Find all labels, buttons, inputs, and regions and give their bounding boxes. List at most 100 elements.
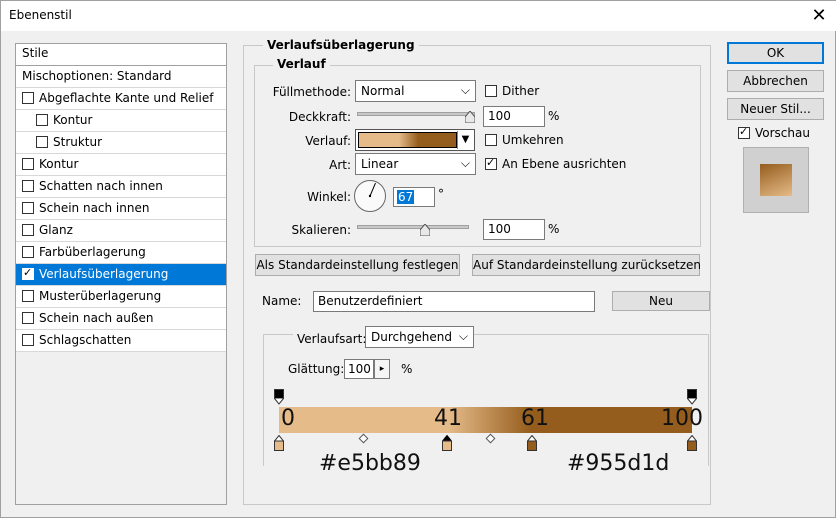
- style-item-checkbox[interactable]: [36, 136, 48, 148]
- gradient-type-group: [263, 334, 709, 466]
- preview-checkbox[interactable]: Vorschau: [738, 125, 810, 140]
- angle-label: Winkel:: [307, 190, 351, 204]
- blend-options-item[interactable]: Mischoptionen: Standard: [16, 66, 226, 88]
- color-stop-41[interactable]: [442, 435, 452, 451]
- blend-mode-select[interactable]: Normal ⌵: [355, 80, 476, 102]
- style-item[interactable]: Farbüberlagerung: [16, 242, 226, 264]
- style-item[interactable]: Struktur: [16, 132, 226, 154]
- angle-dial[interactable]: [353, 179, 387, 213]
- style-label: Art:: [329, 158, 351, 172]
- style-item[interactable]: Kontur: [16, 154, 226, 176]
- scale-unit: %: [548, 222, 560, 236]
- opacity-slider-track[interactable]: [357, 112, 475, 116]
- style-item[interactable]: Musterüberlagerung: [16, 286, 226, 308]
- dialog-window: Ebenenstil ✕ Stile Mischoptionen: Standa…: [0, 0, 836, 518]
- scale-slider-track[interactable]: [357, 225, 469, 229]
- style-item-checkbox[interactable]: [22, 266, 34, 280]
- style-item[interactable]: Abgeflachte Kante und Relief: [16, 88, 226, 110]
- style-select[interactable]: Linear ⌵: [355, 153, 476, 175]
- hex-label-start: #e5bb89: [319, 451, 421, 476]
- scale-input[interactable]: 100: [483, 219, 545, 240]
- style-item-checkbox[interactable]: [36, 114, 48, 126]
- style-item-label: Kontur: [53, 113, 93, 127]
- style-item-checkbox[interactable]: [22, 202, 34, 214]
- chevron-down-icon: ⌵: [458, 329, 468, 343]
- style-item-label: Schatten nach innen: [39, 179, 163, 193]
- color-stop-100[interactable]: [687, 435, 697, 451]
- chevron-down-icon: ▼: [457, 131, 473, 149]
- section-title: Verlaufsüberlagerung: [263, 38, 419, 52]
- style-item-checkbox[interactable]: [22, 158, 34, 170]
- angle-value: 67: [397, 190, 415, 204]
- opacity-stop-right[interactable]: [687, 389, 697, 405]
- style-item[interactable]: Schein nach innen: [16, 198, 226, 220]
- hex-label-end: #955d1d: [567, 451, 670, 476]
- style-item[interactable]: Schlagschatten: [16, 330, 226, 352]
- opacity-unit: %: [548, 109, 560, 123]
- opacity-stop-left[interactable]: [274, 389, 284, 405]
- opacity-input[interactable]: 100: [483, 106, 545, 127]
- dither-check-icon: [485, 85, 497, 97]
- new-style-button[interactable]: Neuer Stil...: [727, 98, 824, 120]
- name-label: Name:: [262, 294, 302, 308]
- style-item-checkbox[interactable]: [22, 224, 34, 236]
- chevron-down-icon: ⌵: [460, 156, 470, 170]
- cancel-button[interactable]: Abbrechen: [727, 70, 824, 92]
- reset-default-button[interactable]: Auf Standardeinstellung zurücksetzen: [472, 254, 701, 276]
- style-value: Linear: [361, 157, 399, 171]
- reverse-checkbox[interactable]: Umkehren: [485, 133, 564, 147]
- style-item-checkbox[interactable]: [22, 246, 34, 258]
- style-item-checkbox[interactable]: [22, 92, 34, 104]
- angle-input[interactable]: 67: [393, 187, 435, 207]
- style-item-label: Kontur: [39, 157, 79, 171]
- close-icon[interactable]: ✕: [807, 4, 831, 28]
- style-item-checkbox[interactable]: [22, 180, 34, 192]
- dither-checkbox[interactable]: Dither: [485, 84, 539, 98]
- gradient-type-label: Verlaufsart:: [293, 332, 371, 346]
- gradient-label: Verlauf:: [305, 134, 351, 148]
- subsection-title: Verlauf: [273, 57, 330, 71]
- scale-slider-thumb[interactable]: [420, 224, 430, 236]
- opacity-slider-thumb[interactable]: [465, 111, 475, 123]
- preview-label: Vorschau: [755, 126, 810, 140]
- styles-list: Stile Mischoptionen: Standard Abgeflacht…: [15, 43, 227, 505]
- smoothness-arrow-icon[interactable]: ▸: [374, 359, 390, 379]
- smoothness-unit: %: [401, 362, 413, 376]
- reverse-check-icon: [485, 134, 497, 146]
- align-checkbox[interactable]: An Ebene ausrichten: [485, 156, 626, 171]
- blend-mode-label: Füllmethode:: [272, 85, 351, 99]
- align-check-icon: [485, 156, 497, 170]
- chevron-down-icon: ⌵: [460, 83, 470, 97]
- styles-header[interactable]: Stile: [16, 44, 226, 66]
- gradient-preview-bar[interactable]: [279, 407, 692, 433]
- gradient-type-value: Durchgehend: [371, 330, 452, 344]
- style-item-label: Verlaufsüberlagerung: [39, 267, 169, 281]
- style-item[interactable]: Glanz: [16, 220, 226, 242]
- gradient-type-select[interactable]: Durchgehend ⌵: [365, 326, 474, 348]
- style-item-label: Abgeflachte Kante und Relief: [39, 91, 214, 105]
- style-item-checkbox[interactable]: [22, 334, 34, 346]
- name-input[interactable]: Benutzerdefiniert: [313, 291, 595, 312]
- style-item-checkbox[interactable]: [22, 312, 34, 324]
- new-gradient-button[interactable]: Neu: [612, 291, 710, 311]
- ok-button[interactable]: OK: [727, 42, 824, 64]
- style-item-label: Musterüberlagerung: [39, 289, 162, 303]
- smoothness-label: Glättung:: [288, 362, 345, 376]
- make-default-button[interactable]: Als Standardeinstellung festlegen: [255, 254, 460, 276]
- gradient-picker[interactable]: ▼: [355, 129, 475, 151]
- style-item-label: Schlagschatten: [39, 333, 132, 347]
- style-item[interactable]: Kontur: [16, 110, 226, 132]
- style-item-label: Farbüberlagerung: [39, 245, 146, 259]
- style-item[interactable]: Verlaufsüberlagerung: [16, 264, 226, 286]
- gradient-swatch: [358, 132, 457, 148]
- angle-unit: °: [438, 187, 444, 201]
- style-item[interactable]: Schein nach außen: [16, 308, 226, 330]
- smoothness-input[interactable]: 100: [344, 359, 374, 379]
- color-stop-61[interactable]: [527, 435, 537, 451]
- style-item-checkbox[interactable]: [22, 290, 34, 302]
- style-preview-swatch: [760, 164, 792, 196]
- style-item-label: Schein nach innen: [39, 201, 150, 215]
- style-preview-box: [743, 147, 809, 213]
- color-stop-0[interactable]: [274, 435, 284, 451]
- style-item[interactable]: Schatten nach innen: [16, 176, 226, 198]
